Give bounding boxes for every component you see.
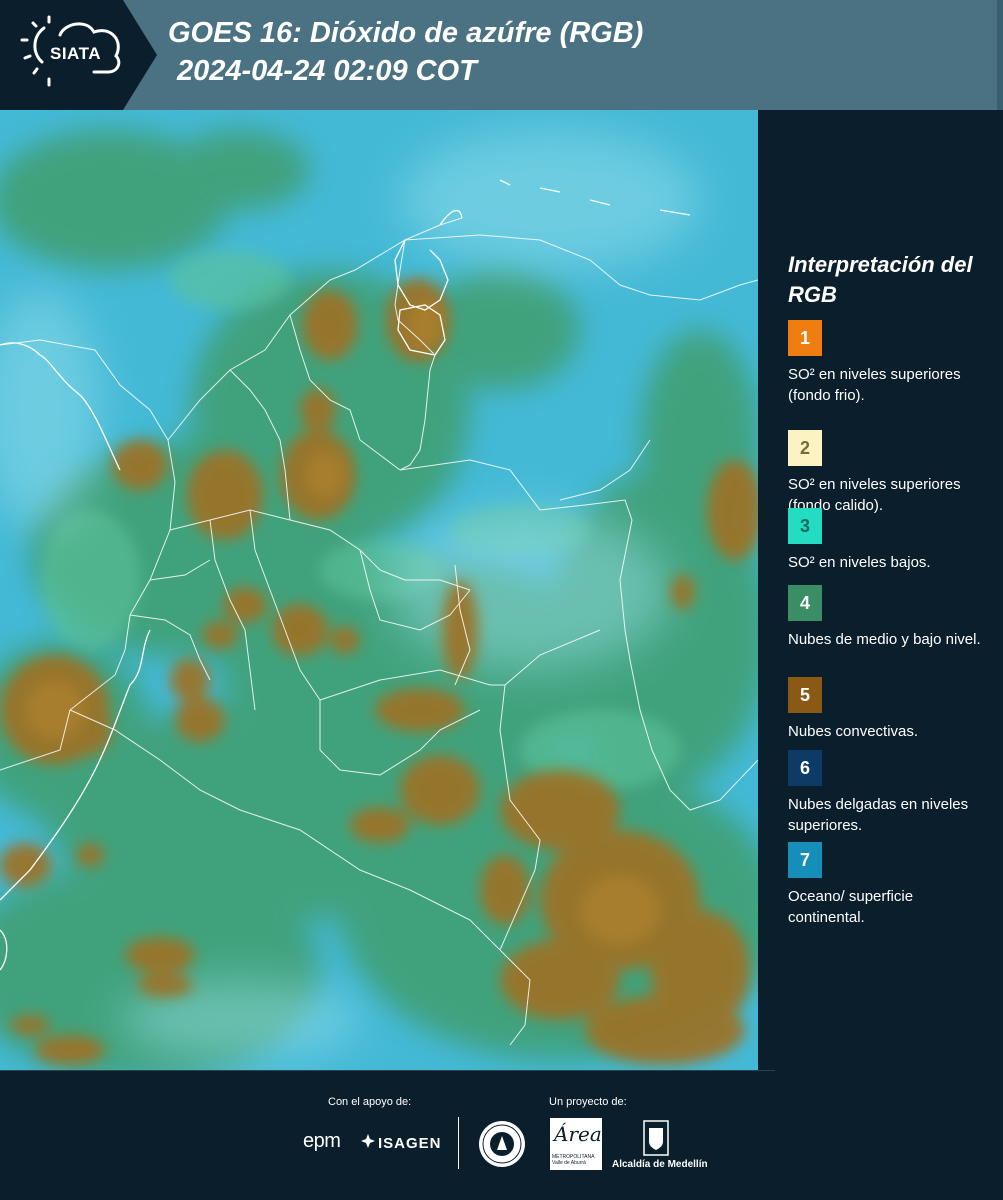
footer: Con el apoyo de: Un proyecto de: epm ISA… bbox=[0, 1070, 1003, 1200]
medellin-seal-icon bbox=[479, 1121, 525, 1167]
header-accent bbox=[997, 0, 1003, 110]
legend-swatch: 3 bbox=[788, 508, 822, 544]
alcaldia-label: Alcaldía de Medellín bbox=[612, 1159, 708, 1170]
legend-description: Nubes de medio y bajo nivel. bbox=[788, 631, 981, 648]
page-title: GOES 16: Dióxido de azúfre (RGB) 2024-04… bbox=[168, 14, 643, 90]
support-label: Con el apoyo de: bbox=[328, 1096, 412, 1108]
epm-logo: epm bbox=[303, 1130, 341, 1152]
legend-swatch: 7 bbox=[788, 842, 822, 878]
legend-item-5: 5 Nubes convectivas. bbox=[788, 677, 993, 742]
footer-divider bbox=[458, 1117, 459, 1169]
satellite-image bbox=[0, 110, 758, 1070]
legend-description: SO² en niveles superiores (fondo frio). bbox=[788, 366, 961, 404]
legend-item-2: 2 SO² en niveles superiores (fondo calido… bbox=[788, 430, 993, 516]
legend-item-7: 7 Oceano/ superficie continental. bbox=[788, 842, 993, 928]
legend-description: Nubes convectivas. bbox=[788, 723, 919, 740]
area-logo-text: Área bbox=[554, 1122, 602, 1146]
legend-title: Interpretación del RGB bbox=[788, 252, 973, 307]
legend-swatch: 5 bbox=[788, 677, 822, 713]
legend-item-1: 1 SO² en niveles superiores (fondo frio). bbox=[788, 320, 993, 406]
legend-swatch: 2 bbox=[788, 430, 822, 466]
legend-swatch: 6 bbox=[788, 750, 822, 786]
legend-swatch: 4 bbox=[788, 585, 822, 621]
title-line-1: GOES 16: Dióxido de azúfre (RGB) bbox=[168, 17, 644, 49]
footer-rule bbox=[0, 1070, 775, 1071]
legend: Interpretación del RGB 1 SO² en niveles s… bbox=[788, 250, 998, 926]
area-logo-caption: METROPOLITANA Valle de Aburrá bbox=[552, 1154, 595, 1166]
alcaldia-crest-icon bbox=[643, 1120, 669, 1156]
legend-item-3: 3 SO² en niveles bajos. bbox=[788, 508, 993, 573]
isagen-logo: ISAGEN bbox=[378, 1135, 442, 1152]
satellite-map bbox=[0, 110, 758, 1070]
project-label: Un proyecto de: bbox=[549, 1096, 627, 1108]
legend-description: Oceano/ superficie continental. bbox=[788, 888, 914, 926]
siata-logo-text: SIATA bbox=[50, 44, 101, 63]
legend-description: Nubes delgadas en niveles superiores. bbox=[788, 796, 969, 834]
legend-item-6: 6 Nubes delgadas en niveles superiores. bbox=[788, 750, 993, 836]
legend-item-4: 4 Nubes de medio y bajo nivel. bbox=[788, 585, 993, 650]
isagen-mark-icon bbox=[361, 1134, 375, 1148]
legend-swatch: 1 bbox=[788, 320, 822, 356]
header: SIATA GOES 16: Dióxido de azúfre (RGB) 2… bbox=[0, 0, 1003, 110]
title-line-2: 2024-04-24 02:09 COT bbox=[177, 55, 477, 87]
legend-description: SO² en niveles bajos. bbox=[788, 554, 931, 571]
